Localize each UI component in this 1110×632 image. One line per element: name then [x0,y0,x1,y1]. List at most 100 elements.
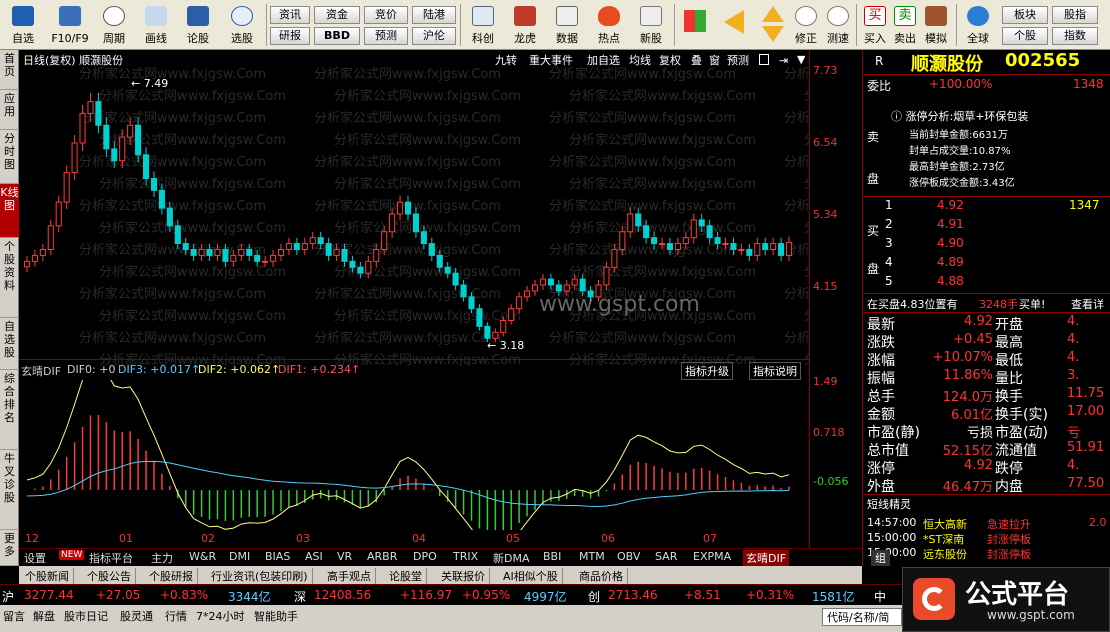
colors-icon[interactable] [684,10,706,32]
news-tab[interactable]: 个股新闻 [21,568,74,584]
short-stock[interactable]: 恒大高新 [923,516,967,532]
toolbar-xingu[interactable]: 新股 [632,2,670,48]
tab-mtm[interactable]: MTM [579,550,605,563]
tab-xuanqing-dif[interactable]: 玄晴DIF [743,550,790,566]
toolbar-shuju[interactable]: 数据 [548,2,586,48]
toolbar-buy[interactable]: 买买入 [860,2,890,48]
bottom-link[interactable]: 解盘 [33,608,55,624]
btn-lugang[interactable]: 陆港 [412,6,456,24]
tab-obv[interactable]: OBV [617,550,640,563]
btn-zhishu[interactable]: 指数 [1052,27,1098,45]
tab-arbr[interactable]: ARBR [367,550,397,563]
nav-app[interactable]: 应用 [0,90,19,130]
toolbar-draw[interactable]: 画线 [138,2,174,48]
tab-indicator-platform[interactable]: 指标平台 [89,550,133,566]
news-tab[interactable]: AI相似个股 [499,568,563,584]
chevron-down-icon[interactable]: ▼ [797,53,805,66]
nav-diagnose[interactable]: 牛叉诊股 [0,450,19,530]
down-arrow-icon[interactable] [762,26,784,42]
news-tab[interactable]: 论股堂 [385,568,427,584]
tab-dpo[interactable]: DPO [413,550,437,563]
short-time: 15:00:00 [867,531,917,544]
toolbar-moni[interactable]: 模拟 [920,2,952,48]
nav-home[interactable]: 首页 [0,50,19,90]
toolbar-lungu[interactable]: 论股 [180,2,216,48]
tab-dmi[interactable]: DMI [229,550,250,563]
indicator-upgrade-button[interactable]: 指标升级 [681,362,733,380]
price-tick: 4.15 [813,280,838,293]
tab-bias[interactable]: BIAS [265,550,290,563]
short-stock[interactable]: 远东股份 [923,546,967,562]
news-tab[interactable]: 商品价格 [575,568,628,584]
short-stock[interactable]: *ST深南 [923,531,964,547]
nav-watchlist[interactable]: 自选股 [0,318,19,370]
timer-icon [827,6,849,26]
indicator-chart[interactable] [19,380,809,530]
search-input[interactable]: 代码/名称/简 [822,608,902,626]
btn-jingjia[interactable]: 竞价 [364,6,408,24]
tab-wr[interactable]: W&R [189,550,216,563]
toolbar-global[interactable]: 全球 [960,2,996,48]
bottom-link[interactable]: 7*24小时 [196,608,245,624]
lock-icon[interactable] [759,54,769,65]
candle [428,243,435,256]
stat-label: 总手 [867,389,895,405]
btn-yanbao[interactable]: 研报 [270,27,310,45]
tab-expma[interactable]: EXPMA [693,550,731,563]
btn-gegu[interactable]: 个股 [1002,27,1048,45]
toolbar-xiuzheng[interactable]: 修正 [790,2,822,48]
toolbar-cesu[interactable]: 测速 [822,2,854,48]
news-tab[interactable]: 个股公告 [83,568,136,584]
kline-chart[interactable]: 分析家公式网www.fxjgsw.Com 分析家公式网www.fxjgsw.Com… [19,66,809,366]
toolbar-zixuan[interactable]: 自选 [4,2,42,48]
bottom-link[interactable]: 股市日记 [64,608,108,624]
btn-bbd[interactable]: BBD [314,27,360,45]
btn-zixun[interactable]: 资讯 [270,6,310,24]
toolbar-longhu[interactable]: 龙虎 [506,2,544,48]
bg-watermark: 分析家公式网www.fxjgsw.Com [99,308,286,324]
tab-sar[interactable]: SAR [655,550,677,563]
btn-guzhi[interactable]: 股指 [1052,6,1098,24]
candle [412,213,419,233]
news-tab[interactable]: 高手观点 [323,568,376,584]
nav-profile[interactable]: 个股资料 [0,238,19,318]
candle [531,284,539,292]
buy-level-price: 4.90 [937,236,964,250]
btn-hulun[interactable]: 沪伦 [412,27,456,45]
candle [571,278,578,286]
nav-rank[interactable]: 综合排名 [0,370,19,450]
btn-yuce[interactable]: 预测 [364,27,408,45]
toolbar-f10[interactable]: F10/F9 [46,2,94,48]
bottom-link[interactable]: 留言 [3,608,25,624]
nav-timeshare[interactable]: 分时图 [0,130,19,184]
tab-zhuli[interactable]: 主力 [151,550,173,566]
toolbar-kechuang[interactable]: 科创 [464,2,502,48]
tab-bbi[interactable]: BBI [543,550,561,563]
bottom-link[interactable]: 行情 [165,608,187,624]
tab-newdma[interactable]: 新DMA [493,550,530,566]
up-arrow-icon[interactable] [762,6,784,22]
tab-trix[interactable]: TRIX [453,550,478,563]
news-tab[interactable]: 行业资讯(包装印刷) [207,568,313,584]
nav-kline[interactable]: K线图 [0,184,19,238]
short-tab[interactable]: 组 [871,550,890,566]
stat-label: 市盈(动) [995,425,1048,441]
position-link[interactable]: 查看详 [1071,296,1104,312]
news-tab[interactable]: 关联报价 [437,568,490,584]
toolbar-period[interactable]: 周期 [96,2,132,48]
back-arrow-icon[interactable] [724,10,744,34]
btn-zijin[interactable]: 资金 [314,6,360,24]
bottom-link[interactable]: 股灵通 [120,608,153,624]
toolbar-sell[interactable]: 卖卖出 [890,2,920,48]
tab-vr[interactable]: VR [337,550,352,563]
tab-asi[interactable]: ASI [305,550,323,563]
toolbar-xuangu[interactable]: 选股 [222,2,262,48]
nav-more[interactable]: 更多 [0,530,19,566]
news-tab[interactable]: 个股研报 [145,568,198,584]
toolbar-redian[interactable]: 热点 [590,2,628,48]
index-zh-key: 中 [874,590,887,604]
bottom-link[interactable]: 智能助手 [254,608,298,624]
btn-bankuai[interactable]: 板块 [1002,6,1048,24]
indicator-help-button[interactable]: 指标说明 [749,362,801,380]
tab-settings[interactable]: 设置 [24,550,46,566]
